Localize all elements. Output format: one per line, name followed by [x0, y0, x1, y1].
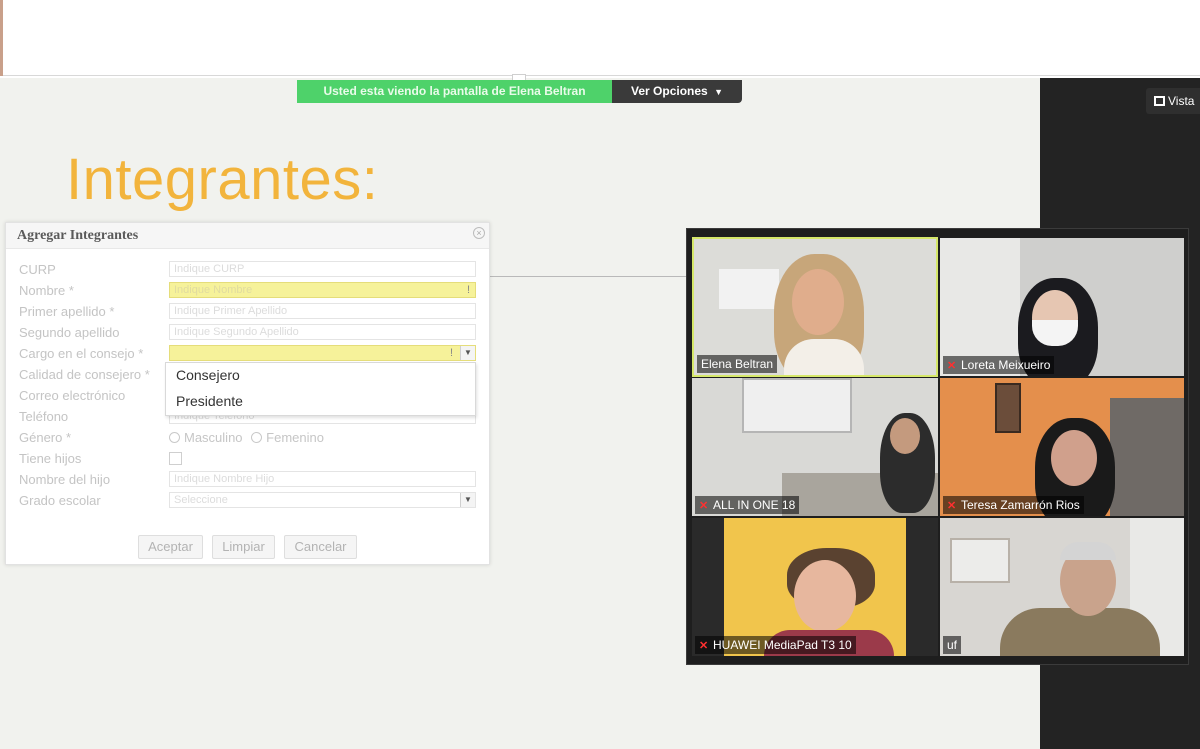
wall-board: [950, 538, 1010, 583]
dialog-header: Agregar Integrantes ×: [6, 223, 489, 249]
participant-name-tag: ✕ Loreta Meixueiro: [943, 356, 1055, 374]
form-row-curp: CURP Indique CURP: [6, 259, 489, 280]
form-row-cargo: Cargo en el consejo * ! ▼: [6, 343, 489, 364]
view-options-label: Ver Opciones: [631, 84, 708, 98]
room-shelf: [1110, 398, 1184, 516]
participant-name-tag: ✕ HUAWEI MediaPad T3 10: [695, 636, 856, 654]
participant-name: Loreta Meixueiro: [961, 358, 1051, 372]
participant-name-tag: ✕ Teresa Zamarrón Rios: [943, 496, 1084, 514]
gender-radio-group: Masculino Femenino: [169, 430, 324, 445]
form-row-primer-apellido: Primer apellido * Indique Primer Apellid…: [6, 301, 489, 322]
view-options-button[interactable]: Ver Opciones ▼: [612, 80, 742, 103]
participant-tile[interactable]: ✕ ALL IN ONE 18: [692, 378, 938, 516]
form-row-segundo-apellido: Segundo apellido Indique Segundo Apellid…: [6, 322, 489, 343]
cargo-dropdown-list: Consejero Presidente: [165, 362, 476, 416]
required-indicator-icon: !: [449, 347, 453, 359]
masculino-label: Masculino: [184, 430, 243, 445]
form-row-grado: Grado escolar Seleccione ▼: [6, 490, 489, 511]
participant-tile[interactable]: uf: [940, 518, 1184, 656]
video-gallery: Elena Beltran ✕ Loreta Meixueiro ✕ ALL IN …: [686, 228, 1189, 665]
participant-name: uf: [947, 638, 958, 652]
grado-placeholder: Seleccione: [174, 494, 228, 506]
participant-name-tag: uf: [943, 636, 962, 654]
primer-apellido-input[interactable]: Indique Primer Apellido: [169, 303, 476, 319]
window-edge: [0, 0, 3, 76]
grado-label: Grado escolar: [19, 493, 101, 508]
screen-share-banner: Usted esta viendo la pantalla de Elena B…: [297, 80, 612, 103]
femenino-label: Femenino: [266, 430, 324, 445]
grado-select[interactable]: Seleccione ▼: [169, 492, 476, 508]
participant-face: [794, 560, 856, 632]
gallery-view-icon: [1154, 96, 1165, 106]
hijos-label: Tiene hijos: [19, 451, 82, 466]
nombre-hijo-label: Nombre del hijo: [19, 472, 111, 487]
participant-tile[interactable]: ✕ HUAWEI MediaPad T3 10: [692, 518, 938, 656]
close-icon[interactable]: ×: [473, 227, 485, 239]
form-row-nombre-hijo: Nombre del hijo Indique Nombre Hijo: [6, 469, 489, 490]
muted-mic-icon: ✕: [699, 640, 709, 652]
muted-mic-icon: ✕: [947, 500, 957, 512]
dropdown-option-presidente[interactable]: Presidente: [176, 393, 243, 409]
cargo-select[interactable]: ! ▼: [169, 345, 476, 361]
participant-body: [784, 339, 864, 375]
participant-face: [1051, 430, 1097, 486]
participant-face: [792, 269, 844, 335]
curp-label: CURP: [19, 262, 56, 277]
muted-mic-icon: ✕: [699, 500, 709, 512]
form-row-nombre: Nombre * Indique Nombre!: [6, 280, 489, 301]
wall-picture: [995, 383, 1021, 433]
genero-label: Género *: [19, 430, 72, 445]
required-indicator-icon: !: [466, 284, 470, 296]
nombre-placeholder: Indique Nombre: [174, 284, 253, 296]
chevron-down-icon[interactable]: ▼: [460, 346, 475, 360]
clear-button[interactable]: Limpiar: [212, 535, 275, 559]
muted-mic-icon: ✕: [947, 360, 957, 372]
participant-tile[interactable]: ✕ Loreta Meixueiro: [940, 238, 1184, 376]
participant-name: HUAWEI MediaPad T3 10: [713, 638, 852, 652]
calidad-label: Calidad de consejero *: [19, 367, 150, 382]
nombre-label: Nombre *: [19, 283, 74, 298]
dialog-title: Agregar Integrantes: [17, 228, 139, 243]
radio-masculino[interactable]: [169, 432, 180, 443]
tiene-hijos-checkbox[interactable]: [169, 452, 182, 465]
view-mode-button[interactable]: Vista: [1146, 88, 1200, 114]
room-window: [742, 378, 852, 433]
top-strip: [0, 0, 1200, 76]
accept-button[interactable]: Aceptar: [138, 535, 203, 559]
nombre-hijo-input[interactable]: Indique Nombre Hijo: [169, 471, 476, 487]
cargo-label: Cargo en el consejo *: [19, 346, 144, 361]
radio-femenino[interactable]: [251, 432, 263, 443]
participant-face: [890, 418, 920, 454]
segundo-apellido-input[interactable]: Indique Segundo Apellido: [169, 324, 476, 340]
participant-name: ALL IN ONE 18: [713, 498, 796, 512]
participant-hair: [1060, 542, 1116, 560]
participant-tile[interactable]: ✕ Teresa Zamarrón Rios: [940, 378, 1184, 516]
participant-name: Teresa Zamarrón Rios: [961, 498, 1080, 512]
curp-input[interactable]: Indique CURP: [169, 261, 476, 277]
participant-name-tag: Elena Beltran: [697, 355, 778, 373]
primer-apellido-label: Primer apellido *: [19, 304, 115, 319]
dropdown-option-consejero[interactable]: Consejero: [176, 367, 240, 383]
view-mode-label: Vista: [1168, 94, 1195, 108]
nombre-input[interactable]: Indique Nombre!: [169, 282, 476, 298]
cancel-button[interactable]: Cancelar: [284, 535, 357, 559]
chevron-down-icon: ▼: [714, 87, 723, 97]
participant-name-tag: ✕ ALL IN ONE 18: [695, 496, 800, 514]
correo-label: Correo electrónico: [19, 388, 126, 403]
participant-body: [1000, 608, 1160, 656]
chevron-down-icon[interactable]: ▼: [460, 493, 475, 507]
segundo-apellido-label: Segundo apellido: [19, 325, 120, 340]
participant-tile[interactable]: Elena Beltran: [692, 237, 938, 377]
whiteboard: [719, 269, 779, 309]
slide-title: Integrantes:: [66, 147, 379, 212]
telefono-label: Teléfono: [19, 409, 69, 424]
form-row-genero: Género * Masculino Femenino: [6, 427, 489, 448]
form-row-hijos: Tiene hijos: [6, 448, 489, 469]
participant-name: Elena Beltran: [701, 357, 774, 371]
